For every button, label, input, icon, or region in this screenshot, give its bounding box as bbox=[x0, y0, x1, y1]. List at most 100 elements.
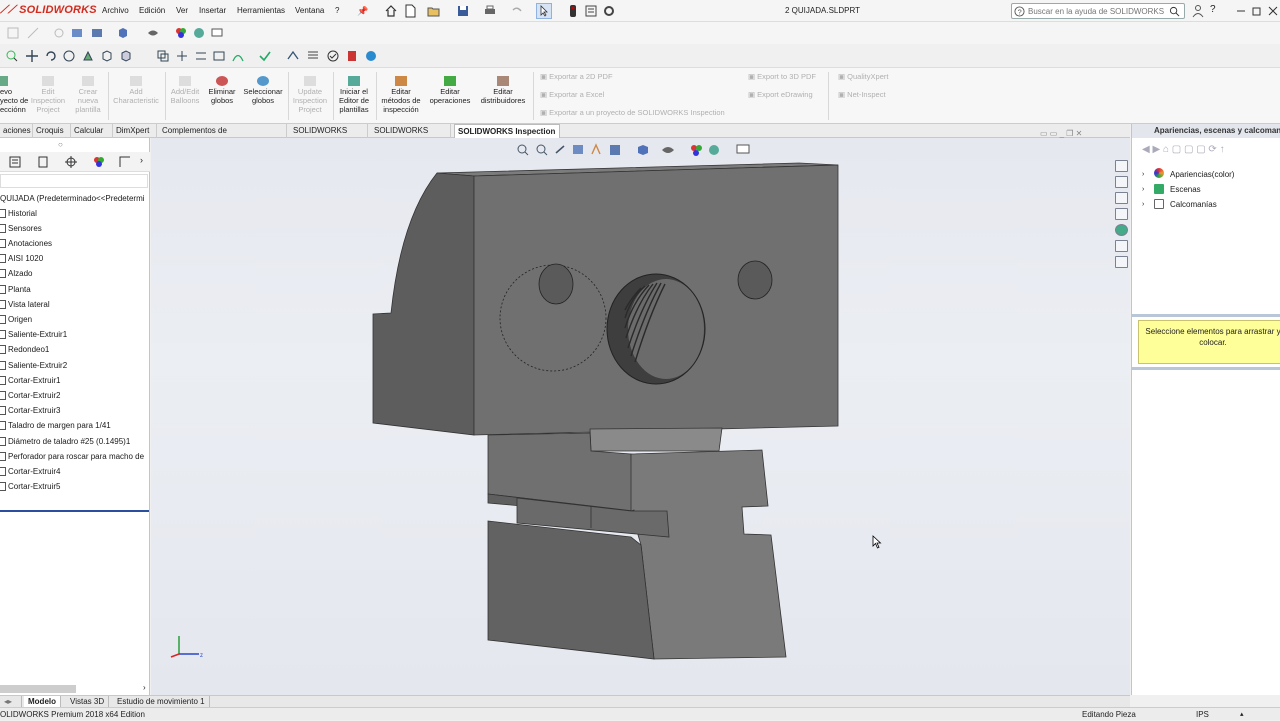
mass-properties-icon[interactable] bbox=[81, 49, 95, 63]
save-icon[interactable] bbox=[456, 4, 470, 18]
scene-icon[interactable] bbox=[192, 26, 206, 40]
tree-item-redondeo1[interactable]: Redondeo1 bbox=[0, 345, 49, 354]
help-menu-icon[interactable]: ? bbox=[1210, 4, 1216, 15]
net-inspect-link[interactable]: ▣ Net-Inspect bbox=[838, 90, 886, 99]
restore-icon[interactable] bbox=[1250, 4, 1264, 18]
solidworks-logo[interactable]: ⟋⟋ SOLIDWORKS bbox=[0, 4, 97, 17]
resources-tab-icon[interactable] bbox=[1115, 176, 1128, 188]
pane-nav-toolbar[interactable]: ◀ ▶ ⌂ ▢ ▢ ▢ ⟳ ↑ bbox=[1142, 144, 1225, 155]
tree-item-cortar-extruir2[interactable]: Cortar-Extruir2 bbox=[0, 391, 60, 400]
hide-show-icon[interactable] bbox=[146, 26, 160, 40]
edit-inspection-methods-button[interactable]: Editar métodos de inspección bbox=[376, 76, 426, 114]
menu-help[interactable]: ? bbox=[335, 6, 339, 15]
tree-item-historial[interactable]: Historial bbox=[0, 209, 37, 218]
tab-croquis[interactable]: Croquis bbox=[33, 124, 71, 138]
draft-analysis-icon[interactable] bbox=[175, 49, 189, 63]
template-editor-button[interactable]: Iniciar el Editor de plantillas bbox=[334, 76, 374, 114]
forum-tab-icon[interactable] bbox=[1115, 256, 1128, 268]
symmetry-check-icon[interactable] bbox=[212, 49, 226, 63]
add-characteristic-button[interactable]: Add Characteristic bbox=[110, 76, 162, 105]
help-search[interactable]: ? bbox=[1011, 3, 1185, 19]
select-balloons-button[interactable]: Seleccionar globos bbox=[240, 76, 286, 105]
custom-properties-tab-icon[interactable] bbox=[1115, 240, 1128, 252]
edit-inspection-project-button[interactable]: Edit Inspection Project bbox=[28, 76, 68, 114]
deviation-analysis-icon[interactable] bbox=[286, 49, 300, 63]
export-inspection-project-link[interactable]: ▣ Exportar a un proyecto de SOLIDWORKS I… bbox=[540, 108, 725, 117]
dimension-disabled-icon[interactable] bbox=[26, 26, 40, 40]
thickness-analysis-icon[interactable] bbox=[194, 49, 208, 63]
tree-item-saliente-extruir1[interactable]: Saliente-Extruir1 bbox=[0, 330, 67, 339]
menu-archivo[interactable]: Archivo bbox=[102, 6, 129, 15]
tab-solidworks-mbd[interactable]: SOLIDWORKS MBD bbox=[290, 124, 368, 149]
expand-scenes-icon[interactable]: › bbox=[1142, 186, 1144, 193]
tree-item-cortar-extruir1[interactable]: Cortar-Extruir1 bbox=[0, 376, 60, 385]
delete-balloons-button[interactable]: Eliminar globos bbox=[204, 76, 240, 105]
tree-item-diametro-taladro[interactable]: Diámetro de taladro #25 (0.1495)1 bbox=[0, 437, 130, 446]
curvature-icon[interactable] bbox=[231, 49, 245, 63]
tab-solidworks-cam[interactable]: SOLIDWORKS CAM bbox=[371, 124, 451, 149]
qualityxpert-link[interactable]: ▣ QualityXpert bbox=[838, 72, 888, 81]
user-account-icon[interactable] bbox=[1191, 4, 1205, 18]
chevron-right-icon[interactable]: › bbox=[140, 155, 143, 165]
feature-tree-root[interactable]: QUIJADA (Predeterminado<<Predetermi bbox=[0, 194, 145, 203]
menu-edicion[interactable]: Edición bbox=[139, 6, 165, 15]
rotate-icon[interactable] bbox=[44, 49, 58, 63]
menu-ver[interactable]: Ver bbox=[176, 6, 188, 15]
update-inspection-project-button[interactable]: Update Inspection Project bbox=[289, 76, 331, 114]
export-excel-link[interactable]: ▣ Exportar a Excel bbox=[540, 90, 604, 99]
design-checker-icon[interactable] bbox=[258, 49, 272, 63]
compare-documents-icon[interactable] bbox=[345, 49, 359, 63]
tab-dimxpert[interactable]: DimXpert bbox=[113, 124, 157, 138]
panel-splitter-dot[interactable]: ○ bbox=[58, 140, 63, 149]
export-edrawing-link[interactable]: ▣ Export eDrawing bbox=[748, 90, 813, 99]
feature-tree-filter[interactable] bbox=[0, 174, 148, 188]
graphics-area[interactable]: ▭ ▭ _ ❐ ✕ z bbox=[151, 129, 1130, 695]
appearances-item[interactable]: Apariencias(color) bbox=[1170, 170, 1234, 179]
close-icon[interactable] bbox=[1266, 4, 1280, 18]
search-icon[interactable] bbox=[1169, 6, 1180, 17]
tree-item-perforador-roscar[interactable]: Perforador para roscar para macho de bbox=[0, 452, 144, 461]
scenes-item[interactable]: Escenas bbox=[1170, 185, 1201, 194]
tree-item-taladro-margen[interactable]: Taladro de margen para 1/41 bbox=[0, 421, 111, 430]
tab-operaciones[interactable]: aciones bbox=[0, 124, 33, 138]
open-folder-icon[interactable] bbox=[427, 4, 441, 18]
display-manager-icon[interactable] bbox=[92, 155, 106, 169]
tool-disabled-icon[interactable] bbox=[52, 26, 66, 40]
sketch-disabled-icon[interactable] bbox=[6, 26, 20, 40]
pane-divider[interactable] bbox=[1132, 314, 1280, 317]
horizontal-scrollbar[interactable] bbox=[0, 685, 76, 693]
export-3d-pdf-link[interactable]: ▣ Export to 3D PDF bbox=[748, 72, 816, 81]
edit-operations-button[interactable]: Editar operaciones bbox=[426, 76, 474, 105]
section-view-icon[interactable] bbox=[90, 26, 104, 40]
minimize-icon[interactable] bbox=[1234, 4, 1248, 18]
check-entity-icon[interactable] bbox=[119, 49, 133, 63]
part-model[interactable] bbox=[151, 138, 1130, 695]
section-properties-icon[interactable] bbox=[100, 49, 114, 63]
edit-vendors-button[interactable]: Editar distribuidores bbox=[474, 76, 532, 105]
menu-ventana[interactable]: Ventana bbox=[295, 6, 324, 15]
property-manager-icon[interactable] bbox=[36, 155, 50, 169]
tree-item-saliente-extruir2[interactable]: Saliente-Extruir2 bbox=[0, 361, 67, 370]
decals-item[interactable]: Calcomanías bbox=[1170, 200, 1217, 209]
tab-solidworks-inspection[interactable]: SOLIDWORKS Inspection bbox=[454, 124, 560, 138]
appearances-tab-icon[interactable] bbox=[1115, 224, 1128, 236]
viewport-window-controls[interactable]: ▭ ▭ _ ❐ ✕ bbox=[1040, 129, 1082, 138]
add-edit-balloons-button[interactable]: Add/Edit Balloons bbox=[166, 76, 204, 105]
file-properties-icon[interactable] bbox=[584, 4, 598, 18]
monitor-icon[interactable] bbox=[210, 26, 224, 40]
move-icon[interactable] bbox=[25, 49, 39, 63]
check-circle-icon[interactable] bbox=[326, 49, 340, 63]
status-units[interactable]: IPS bbox=[1196, 708, 1209, 721]
tree-item-cortar-extruir3[interactable]: Cortar-Extruir3 bbox=[0, 406, 60, 415]
tree-item-cortar-extruir5[interactable]: Cortar-Extruir5 bbox=[0, 482, 60, 491]
expand-decals-icon[interactable]: › bbox=[1142, 201, 1144, 208]
feature-tree-icon[interactable] bbox=[8, 155, 22, 169]
config-manager-icon[interactable] bbox=[64, 155, 78, 169]
tab-complementos[interactable]: Complementos de SOLIDWORKS bbox=[159, 124, 287, 149]
new-document-icon[interactable] bbox=[403, 4, 417, 18]
tree-item-alzado[interactable]: Alzado bbox=[0, 269, 32, 278]
export-2d-pdf-link[interactable]: ▣ Exportar a 2D PDF bbox=[540, 72, 613, 81]
home-tab-icon[interactable] bbox=[1115, 160, 1128, 172]
file-explorer-tab-icon[interactable] bbox=[1115, 208, 1128, 220]
traffic-light-icon[interactable] bbox=[566, 4, 580, 18]
